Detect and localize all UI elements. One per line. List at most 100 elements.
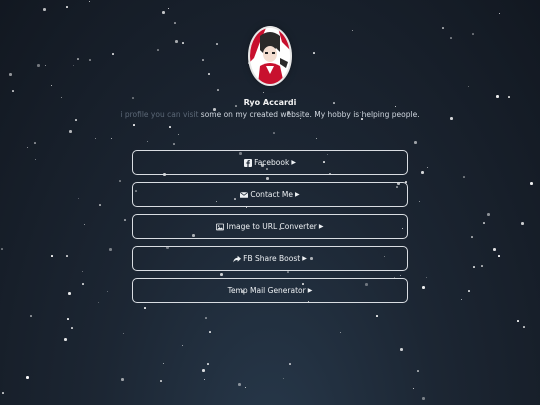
star xyxy=(521,222,524,225)
avatar-image xyxy=(250,28,290,84)
temp-mail-generator-label: Temp Mail Generator xyxy=(227,286,306,295)
star xyxy=(202,369,205,372)
star xyxy=(207,363,209,365)
star xyxy=(51,85,52,86)
star xyxy=(283,378,284,379)
facebook-button[interactable]: Facebook ▶ xyxy=(132,150,408,175)
star xyxy=(124,219,126,221)
star xyxy=(209,331,211,333)
star xyxy=(157,49,159,51)
star xyxy=(64,338,67,341)
star xyxy=(468,290,470,292)
star xyxy=(112,53,114,55)
star xyxy=(499,13,500,14)
star xyxy=(414,141,417,144)
fb-share-boost-label: FB Share Boost xyxy=(243,254,301,263)
star xyxy=(340,332,341,333)
star xyxy=(487,213,490,216)
star xyxy=(289,363,291,365)
star xyxy=(468,86,469,87)
profile-bio-faded: i profile you can visit xyxy=(120,110,201,119)
star xyxy=(471,236,473,238)
star xyxy=(107,291,108,292)
star xyxy=(450,37,452,39)
facebook-icon xyxy=(244,158,253,167)
star xyxy=(66,255,68,257)
star xyxy=(160,380,162,382)
star xyxy=(75,119,77,121)
fb-share-boost-button[interactable]: FB Share Boost ▶ xyxy=(132,246,408,271)
star xyxy=(238,383,241,386)
star xyxy=(95,138,96,139)
star xyxy=(82,271,83,272)
image-to-url-label: Image to URL Converter xyxy=(226,222,317,231)
star xyxy=(89,1,90,2)
star xyxy=(169,126,171,128)
star xyxy=(182,42,184,44)
star xyxy=(66,6,68,8)
star xyxy=(1,248,3,250)
star xyxy=(426,277,427,278)
star xyxy=(204,379,205,380)
star xyxy=(26,376,29,379)
star xyxy=(69,130,72,133)
star xyxy=(273,132,275,134)
star xyxy=(421,171,424,174)
star xyxy=(202,59,204,61)
star xyxy=(263,92,264,93)
star xyxy=(121,378,124,381)
caret-right-icon: ▶ xyxy=(291,159,296,166)
star xyxy=(168,8,169,9)
avatar xyxy=(250,28,290,84)
star xyxy=(422,397,425,400)
star xyxy=(45,65,46,66)
star xyxy=(12,90,14,92)
star xyxy=(523,326,525,328)
facebook-label: Facebook xyxy=(254,158,290,167)
caret-right-icon: ▶ xyxy=(318,223,324,230)
star xyxy=(27,147,28,148)
image-icon xyxy=(216,223,225,231)
star xyxy=(147,141,148,142)
envelope-icon xyxy=(240,191,249,199)
star xyxy=(67,318,69,320)
image-to-url-button[interactable]: Image to URL Converter ▶ xyxy=(132,214,408,239)
star xyxy=(133,124,135,126)
profile-bio: i profile you can visit some on my creat… xyxy=(0,110,540,119)
star xyxy=(245,387,246,388)
star xyxy=(119,180,121,182)
star xyxy=(483,222,485,224)
caret-right-icon: ▶ xyxy=(302,255,307,262)
star xyxy=(400,348,403,351)
star xyxy=(162,11,165,14)
star xyxy=(174,22,176,24)
share-icon xyxy=(233,255,242,263)
star xyxy=(178,134,179,135)
star xyxy=(422,286,425,289)
star xyxy=(51,255,53,257)
star xyxy=(498,255,500,257)
caret-right-icon: ▶ xyxy=(295,191,300,198)
star xyxy=(34,142,36,144)
star xyxy=(316,138,317,139)
star xyxy=(413,388,414,389)
profile-name: Ryo Accardi xyxy=(243,98,297,107)
star xyxy=(463,176,465,178)
star xyxy=(30,315,32,317)
star xyxy=(208,73,210,75)
link-list: Facebook ▶ Contact Me ▶ Image to URL Con… xyxy=(132,150,408,310)
contact-me-button[interactable]: Contact Me ▶ xyxy=(132,182,408,207)
star xyxy=(427,167,428,168)
star xyxy=(89,59,91,61)
star xyxy=(9,73,12,76)
star xyxy=(472,33,474,35)
star xyxy=(376,315,378,317)
star xyxy=(530,182,533,185)
star xyxy=(313,52,315,54)
temp-mail-generator-button[interactable]: Temp Mail Generator ▶ xyxy=(132,278,408,303)
contact-me-label: Contact Me xyxy=(250,190,294,199)
star xyxy=(73,65,74,66)
star xyxy=(517,320,519,322)
profile-bio-text: some on my created website. My hobby is … xyxy=(200,110,420,119)
star xyxy=(82,283,84,285)
